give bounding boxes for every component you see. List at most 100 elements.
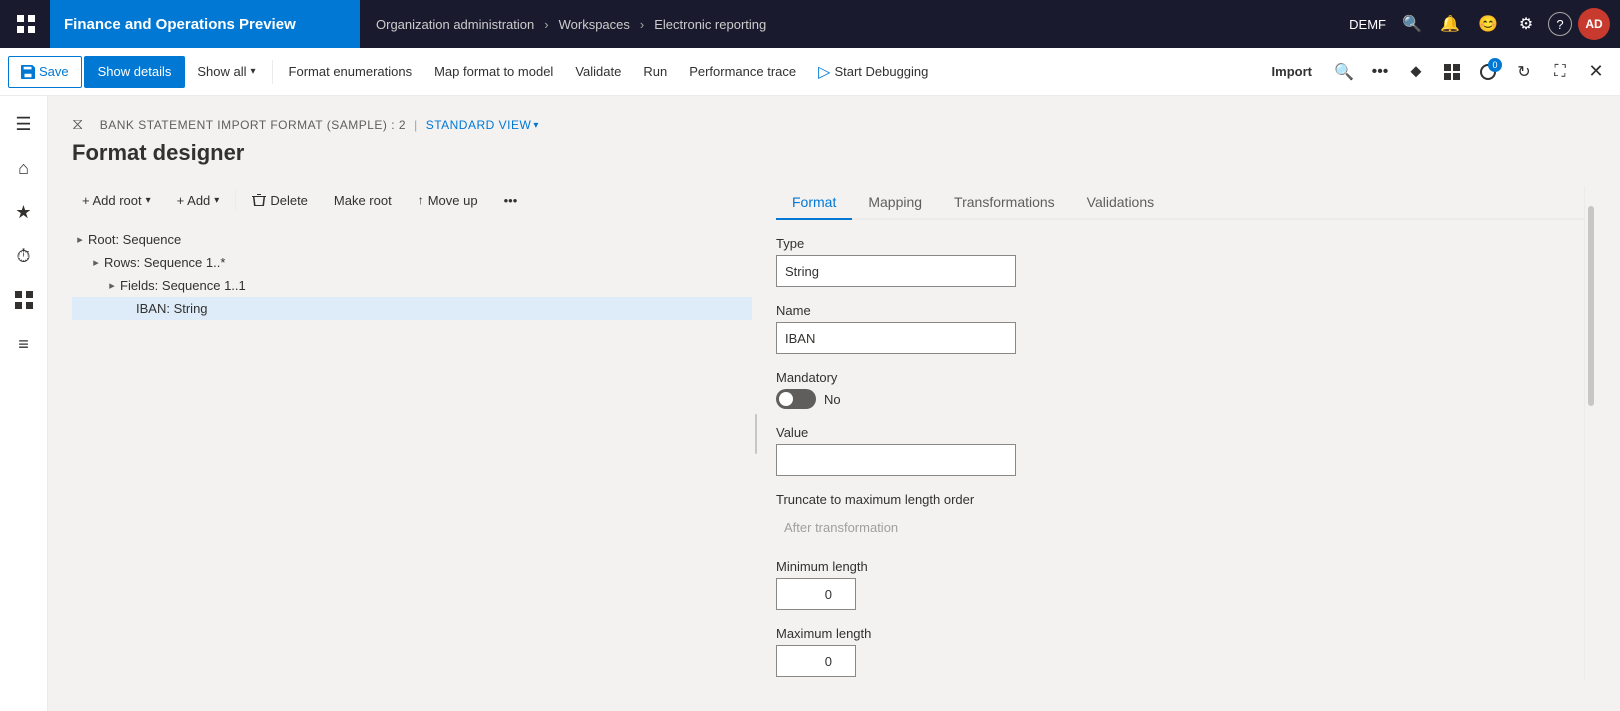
delete-button[interactable]: Delete [242, 186, 318, 214]
mandatory-toggle[interactable] [776, 389, 816, 409]
search-icon[interactable]: 🔍 [1396, 8, 1428, 40]
name-label: Name [776, 303, 1584, 318]
more-options-button[interactable]: ••• [494, 186, 528, 214]
name-input[interactable] [776, 322, 1016, 354]
top-nav: Finance and Operations Preview Organizat… [0, 0, 1620, 48]
settings-icon[interactable]: ⚙ [1510, 8, 1542, 40]
emoji-icon[interactable]: 😊 [1472, 8, 1504, 40]
map-format-button[interactable]: Map format to model [424, 56, 563, 88]
mandatory-value: No [824, 392, 841, 407]
chevron-down-icon: ▾ [146, 195, 151, 206]
tree-item-rows[interactable]: ▸ Rows: Sequence 1..* [72, 251, 752, 274]
app-title: Finance and Operations Preview [50, 0, 360, 48]
tab-format[interactable]: Format [776, 186, 852, 220]
toolbar: Save Show details Show all ▾ Format enum… [0, 48, 1620, 96]
min-length-label: Minimum length [776, 559, 1584, 574]
toolbar-more-icon[interactable]: ••• [1364, 56, 1396, 88]
add-root-button[interactable]: + Add root ▾ [72, 186, 161, 214]
add-button[interactable]: + Add ▾ [167, 186, 230, 214]
min-length-input[interactable] [776, 578, 856, 610]
tab-transformations[interactable]: Transformations [938, 186, 1071, 220]
tree-item-iban[interactable]: IBAN: String [72, 297, 752, 320]
toolbar-layout-icon[interactable] [1436, 56, 1468, 88]
toggle-group: No [776, 389, 1584, 409]
panel-divider[interactable] [752, 186, 760, 681]
vertical-scrollbar[interactable] [1584, 186, 1596, 681]
validate-button[interactable]: Validate [565, 56, 631, 88]
avatar[interactable]: AD [1578, 8, 1610, 40]
mandatory-label: Mandatory [776, 370, 1584, 385]
tree-item-label: Root: Sequence [88, 232, 748, 247]
content-area: ⧖ BANK STATEMENT IMPORT FORMAT (SAMPLE) … [48, 96, 1620, 711]
start-debugging-button[interactable]: ▷ Start Debugging [808, 56, 938, 88]
tab-validations[interactable]: Validations [1071, 186, 1170, 220]
env-label: DEMF [1349, 17, 1386, 32]
performance-trace-button[interactable]: Performance trace [679, 56, 806, 88]
toolbar-close-icon[interactable]: ✕ [1580, 56, 1612, 88]
show-details-button[interactable]: Show details [84, 56, 186, 88]
sidebar-icon-hamburger[interactable]: ☰ [4, 104, 44, 144]
chevron-down-icon: ▾ [533, 120, 539, 131]
max-length-input[interactable] [776, 645, 856, 677]
truncate-group: Truncate to maximum length order After t… [776, 492, 1584, 543]
chevron-down-icon: ▾ [214, 195, 219, 206]
main-layout: ☰ ⌂ ★ ⏱ ≡ ⧖ BANK STATEMENT IMPORT FORMAT… [0, 96, 1620, 711]
tree-items: ▸ Root: Sequence ▸ Rows: Sequence 1..* ▸… [72, 228, 752, 320]
toolbar-separator [272, 60, 273, 84]
chevron-icon: › [640, 17, 644, 32]
max-length-group: Maximum length [776, 626, 1584, 677]
view-select[interactable]: Standard view ▾ [426, 118, 539, 132]
sidebar-icon-list[interactable]: ≡ [4, 324, 44, 364]
import-button[interactable]: Import [1260, 56, 1324, 88]
max-length-label: Maximum length [776, 626, 1584, 641]
collapse-icon: ▸ [72, 233, 88, 246]
notification-icon[interactable]: 🔔 [1434, 8, 1466, 40]
page-title: Format designer [72, 140, 1596, 166]
sidebar-icon-clock[interactable]: ⏱ [4, 236, 44, 276]
type-label: Type [776, 236, 1584, 251]
nav-icons: DEMF 🔍 🔔 😊 ⚙ ? AD [1349, 8, 1610, 40]
top-breadcrumb: Organization administration › Workspaces… [370, 17, 1349, 32]
sidebar-icon-star[interactable]: ★ [4, 192, 44, 232]
truncate-input[interactable]: After transformation [776, 511, 1016, 543]
format-enumerations-button[interactable]: Format enumerations [279, 56, 423, 88]
tree-item-root[interactable]: ▸ Root: Sequence [72, 228, 752, 251]
toolbar-diamond-icon[interactable]: ⬥ [1400, 56, 1432, 88]
toolbar-badge-icon[interactable]: 0 [1472, 56, 1504, 88]
show-all-button[interactable]: Show all ▾ [187, 56, 265, 88]
make-root-button[interactable]: Make root [324, 186, 402, 214]
filter-icon[interactable]: ⧖ [72, 116, 84, 134]
mandatory-group: Mandatory No [776, 370, 1584, 409]
value-input[interactable] [776, 444, 1016, 476]
min-length-group: Minimum length [776, 559, 1584, 610]
toolbar-expand-icon[interactable]: ⛶ [1544, 56, 1576, 88]
tree-item-fields[interactable]: ▸ Fields: Sequence 1..1 [72, 274, 752, 297]
left-sidebar: ☰ ⌂ ★ ⏱ ≡ [0, 96, 48, 711]
toolbar-right: Import 🔍 ••• ⬥ 0 ↻ ⛶ ✕ [1260, 56, 1612, 88]
type-input[interactable] [776, 255, 1016, 287]
toolbar-search-icon[interactable]: 🔍 [1328, 56, 1360, 88]
tree-item-label: Fields: Sequence 1..1 [120, 278, 748, 293]
name-group: Name [776, 303, 1584, 354]
tree-sep [235, 190, 236, 210]
scrollbar-thumb [1588, 206, 1594, 406]
chevron-icon: › [544, 17, 548, 32]
props-tabs: Format Mapping Transformations Validatio… [776, 186, 1584, 220]
save-button[interactable]: Save [8, 56, 82, 88]
collapse-icon: ▸ [88, 256, 104, 269]
run-button[interactable]: Run [633, 56, 677, 88]
page-breadcrumb: ⧖ BANK STATEMENT IMPORT FORMAT (SAMPLE) … [72, 116, 1596, 134]
help-icon[interactable]: ? [1548, 12, 1572, 36]
app-grid-icon[interactable] [10, 8, 42, 40]
tree-panel: + Add root ▾ + Add ▾ Delete Make root [72, 186, 752, 681]
tree-item-label: IBAN: String [136, 301, 748, 316]
sidebar-icon-home[interactable]: ⌂ [4, 148, 44, 188]
toolbar-refresh-icon[interactable]: ↻ [1508, 56, 1540, 88]
tab-mapping[interactable]: Mapping [852, 186, 938, 220]
type-group: Type [776, 236, 1584, 287]
tree-item-label: Rows: Sequence 1..* [104, 255, 748, 270]
collapse-icon: ▸ [104, 279, 120, 292]
chevron-down-icon: ▾ [251, 66, 256, 77]
sidebar-icon-grid[interactable] [4, 280, 44, 320]
move-up-button[interactable]: ↑ Move up [408, 186, 488, 214]
